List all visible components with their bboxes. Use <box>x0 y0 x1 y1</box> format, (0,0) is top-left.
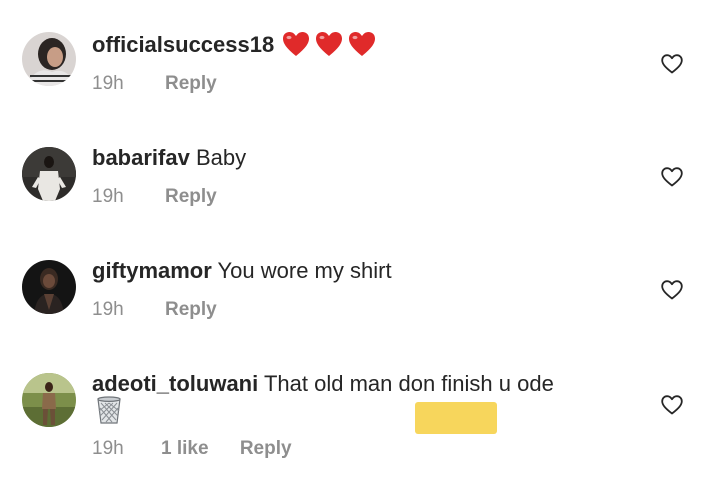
avatar[interactable] <box>22 32 76 86</box>
comment-meta: 19h Reply <box>92 186 217 208</box>
heart-outline-icon[interactable] <box>661 54 683 74</box>
reply-button[interactable]: Reply <box>165 299 217 320</box>
comment-time: 19h <box>92 186 124 207</box>
comment-text-line: giftymamor You wore my shirt <box>92 258 640 284</box>
comment-username[interactable]: giftymamor <box>92 258 212 283</box>
comment-text: You wore my shirt <box>217 258 392 283</box>
avatar[interactable] <box>22 373 76 427</box>
comment-text-line: adeoti_toluwani That old man don finish … <box>92 371 640 397</box>
comment-username[interactable]: officialsuccess18 <box>92 32 274 57</box>
comment-text-line: officialsuccess18 <box>92 30 640 64</box>
reply-button[interactable]: Reply <box>240 438 292 459</box>
highlight-marker <box>415 402 497 434</box>
comment-item: babarifav Baby 19h Reply <box>0 113 720 226</box>
comment-item: adeoti_toluwani That old man don finish … <box>0 339 720 493</box>
comment-time: 19h <box>92 73 124 94</box>
likes-count[interactable]: 1 like <box>161 438 209 459</box>
avatar[interactable] <box>22 260 76 314</box>
comment-meta: 19h 1 like Reply <box>92 438 292 460</box>
comment-meta: 19h Reply <box>92 73 217 95</box>
comment-time: 19h <box>92 299 124 320</box>
comment-username[interactable]: adeoti_toluwani <box>92 371 258 396</box>
comment-item: giftymamor You wore my shirt 19h Reply <box>0 226 720 339</box>
avatar[interactable] <box>22 147 76 201</box>
wastebasket-icon <box>96 396 122 424</box>
comment-time: 19h <box>92 438 124 459</box>
reply-button[interactable]: Reply <box>165 73 217 94</box>
comment-username[interactable]: babarifav <box>92 145 190 170</box>
comment-meta: 19h Reply <box>92 299 217 321</box>
comment-text-line: babarifav Baby <box>92 145 640 171</box>
reply-button[interactable]: Reply <box>165 186 217 207</box>
heart-outline-icon[interactable] <box>661 167 683 187</box>
comment-text: Baby <box>195 145 247 170</box>
heart-outline-icon[interactable] <box>661 280 683 300</box>
heart-emojis <box>282 30 378 64</box>
heart-outline-icon[interactable] <box>661 395 683 415</box>
comment-item: officialsuccess18 19h Reply <box>0 0 720 113</box>
comment-text: That old man don finish u ode <box>263 371 554 396</box>
